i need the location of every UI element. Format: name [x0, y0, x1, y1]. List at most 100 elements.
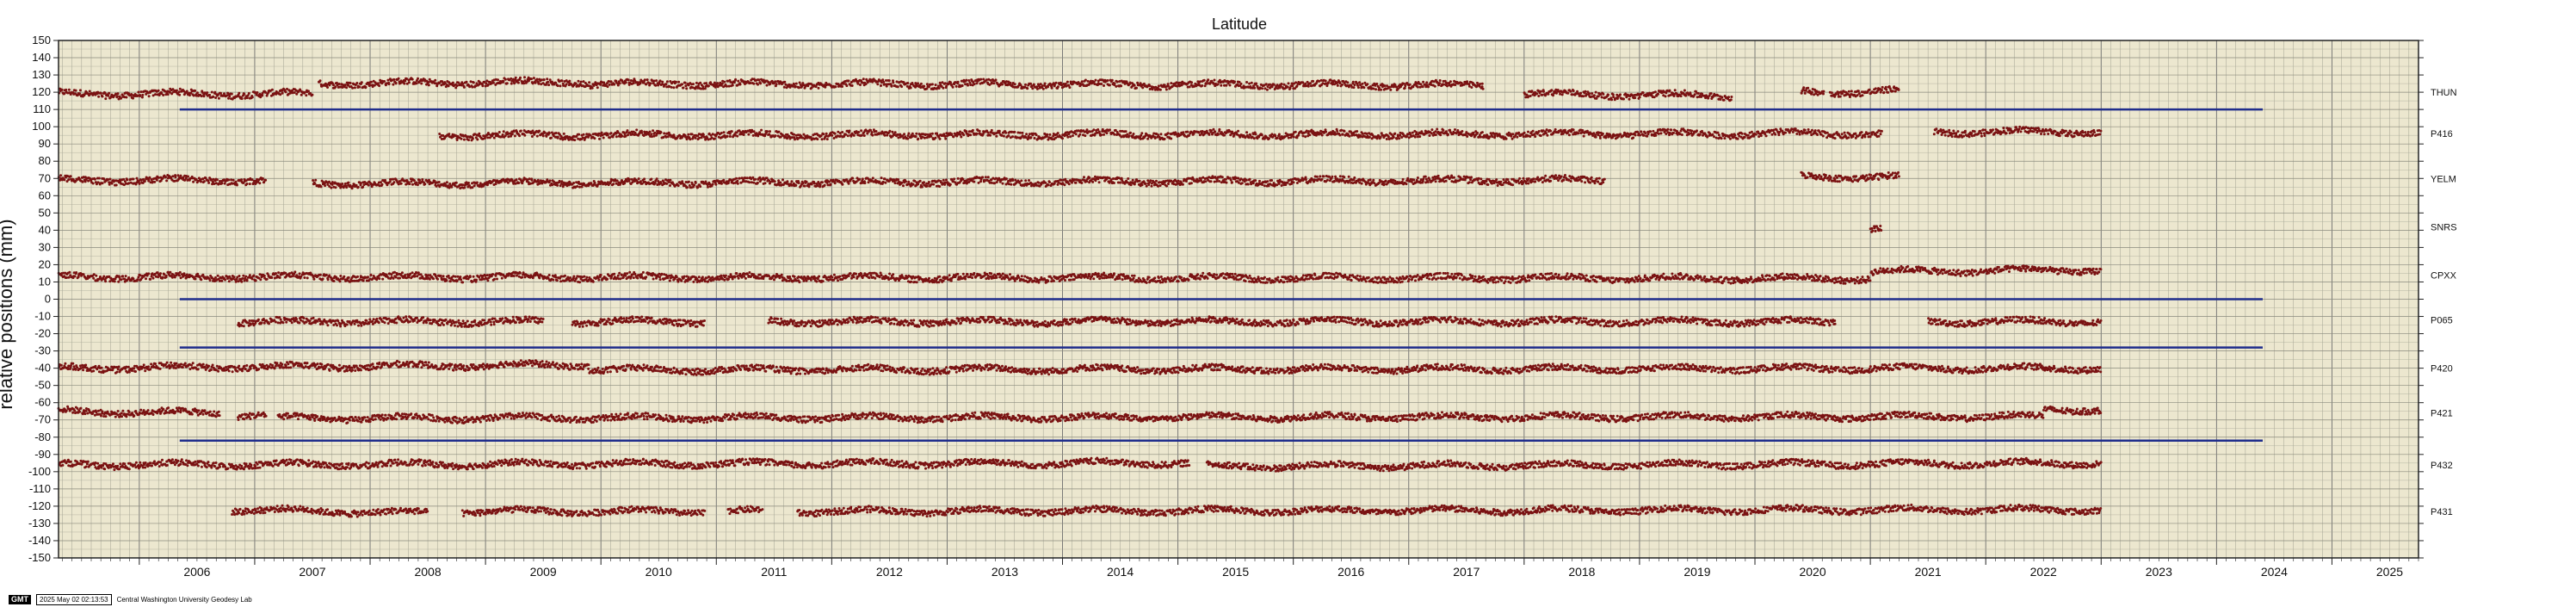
data-point	[355, 183, 358, 187]
data-point	[1877, 134, 1881, 138]
data-point	[1338, 82, 1342, 85]
data-point	[597, 132, 601, 135]
data-point	[1701, 129, 1703, 133]
data-point	[651, 135, 653, 139]
data-point	[547, 132, 551, 135]
data-point	[769, 130, 771, 133]
data-point	[989, 78, 992, 82]
data-point	[774, 134, 777, 138]
data-point	[986, 131, 990, 134]
data-point	[1696, 92, 1700, 95]
data-point	[1312, 79, 1315, 83]
data-point	[1199, 80, 1202, 84]
data-point	[206, 91, 209, 95]
data-point	[1594, 90, 1597, 94]
data-point	[1416, 85, 1419, 89]
data-point	[876, 83, 880, 86]
data-point	[1249, 133, 1252, 137]
data-point	[969, 84, 973, 86]
data-point	[663, 132, 666, 135]
data-point	[820, 138, 824, 141]
data-point	[1245, 81, 1249, 84]
data-point	[1884, 85, 1887, 89]
data-point	[1166, 132, 1170, 135]
data-point	[556, 135, 559, 139]
data-point	[1811, 90, 1813, 94]
data-point	[1728, 137, 1732, 140]
data-point	[217, 96, 220, 100]
data-point	[658, 79, 662, 83]
data-point	[461, 83, 465, 85]
data-point	[1777, 133, 1781, 137]
data-point	[1340, 128, 1344, 132]
data-point	[1325, 84, 1329, 88]
data-point	[547, 84, 551, 87]
data-point	[742, 133, 745, 136]
data-point	[1393, 132, 1397, 135]
data-point	[1891, 90, 1894, 93]
data-point	[909, 86, 912, 90]
data-point	[1746, 133, 1750, 137]
data-point	[141, 93, 145, 96]
data-point	[1454, 128, 1456, 131]
data-point	[491, 81, 495, 84]
data-point	[923, 136, 926, 139]
data-point	[1711, 133, 1714, 136]
data-point	[1250, 81, 1253, 84]
data-point	[138, 182, 141, 185]
data-point	[97, 177, 101, 180]
data-point	[1066, 80, 1069, 84]
data-point	[1356, 86, 1360, 90]
data-point	[549, 136, 553, 139]
data-point	[1539, 134, 1542, 138]
data-point	[364, 85, 368, 89]
data-point	[2054, 130, 2057, 133]
data-point	[1640, 130, 1643, 133]
data-point	[1547, 92, 1550, 96]
data-point	[300, 93, 303, 96]
data-point	[1056, 85, 1059, 89]
data-point	[1530, 90, 1534, 93]
data-point	[1847, 90, 1850, 93]
data-point	[1064, 82, 1067, 85]
data-point	[330, 183, 334, 186]
data-point	[1247, 136, 1251, 139]
data-point	[1962, 134, 1966, 138]
data-point	[1754, 133, 1757, 136]
data-point	[264, 178, 268, 182]
data-point	[1720, 137, 1723, 140]
data-point	[127, 182, 131, 185]
data-point	[1838, 95, 1842, 98]
data-point	[2076, 131, 2079, 134]
data-point	[516, 81, 520, 84]
data-point	[887, 79, 891, 83]
data-point	[178, 87, 182, 90]
data-point	[240, 178, 243, 182]
data-point	[554, 81, 558, 84]
data-point	[1361, 82, 1364, 85]
data-point	[687, 133, 690, 136]
data-point	[596, 86, 599, 90]
data-point	[258, 182, 262, 185]
data-point	[1405, 135, 1408, 139]
data-point	[726, 84, 728, 88]
data-point	[695, 81, 698, 84]
data-point	[503, 77, 507, 81]
data-point	[1103, 84, 1105, 87]
data-point	[609, 132, 613, 135]
data-point	[1476, 81, 1479, 84]
data-point	[2005, 132, 2008, 135]
data-point	[126, 178, 129, 182]
data-point	[1619, 93, 1622, 96]
data-point	[1092, 128, 1096, 132]
data-point	[1510, 137, 1514, 140]
data-point	[590, 86, 594, 90]
data-point	[1141, 86, 1145, 90]
data-point	[1592, 94, 1596, 97]
data-point	[1084, 78, 1087, 82]
data-point	[1581, 129, 1585, 132]
data-point	[577, 79, 580, 83]
data-point	[929, 133, 932, 136]
data-point	[1207, 78, 1210, 82]
data-point	[1159, 133, 1163, 136]
